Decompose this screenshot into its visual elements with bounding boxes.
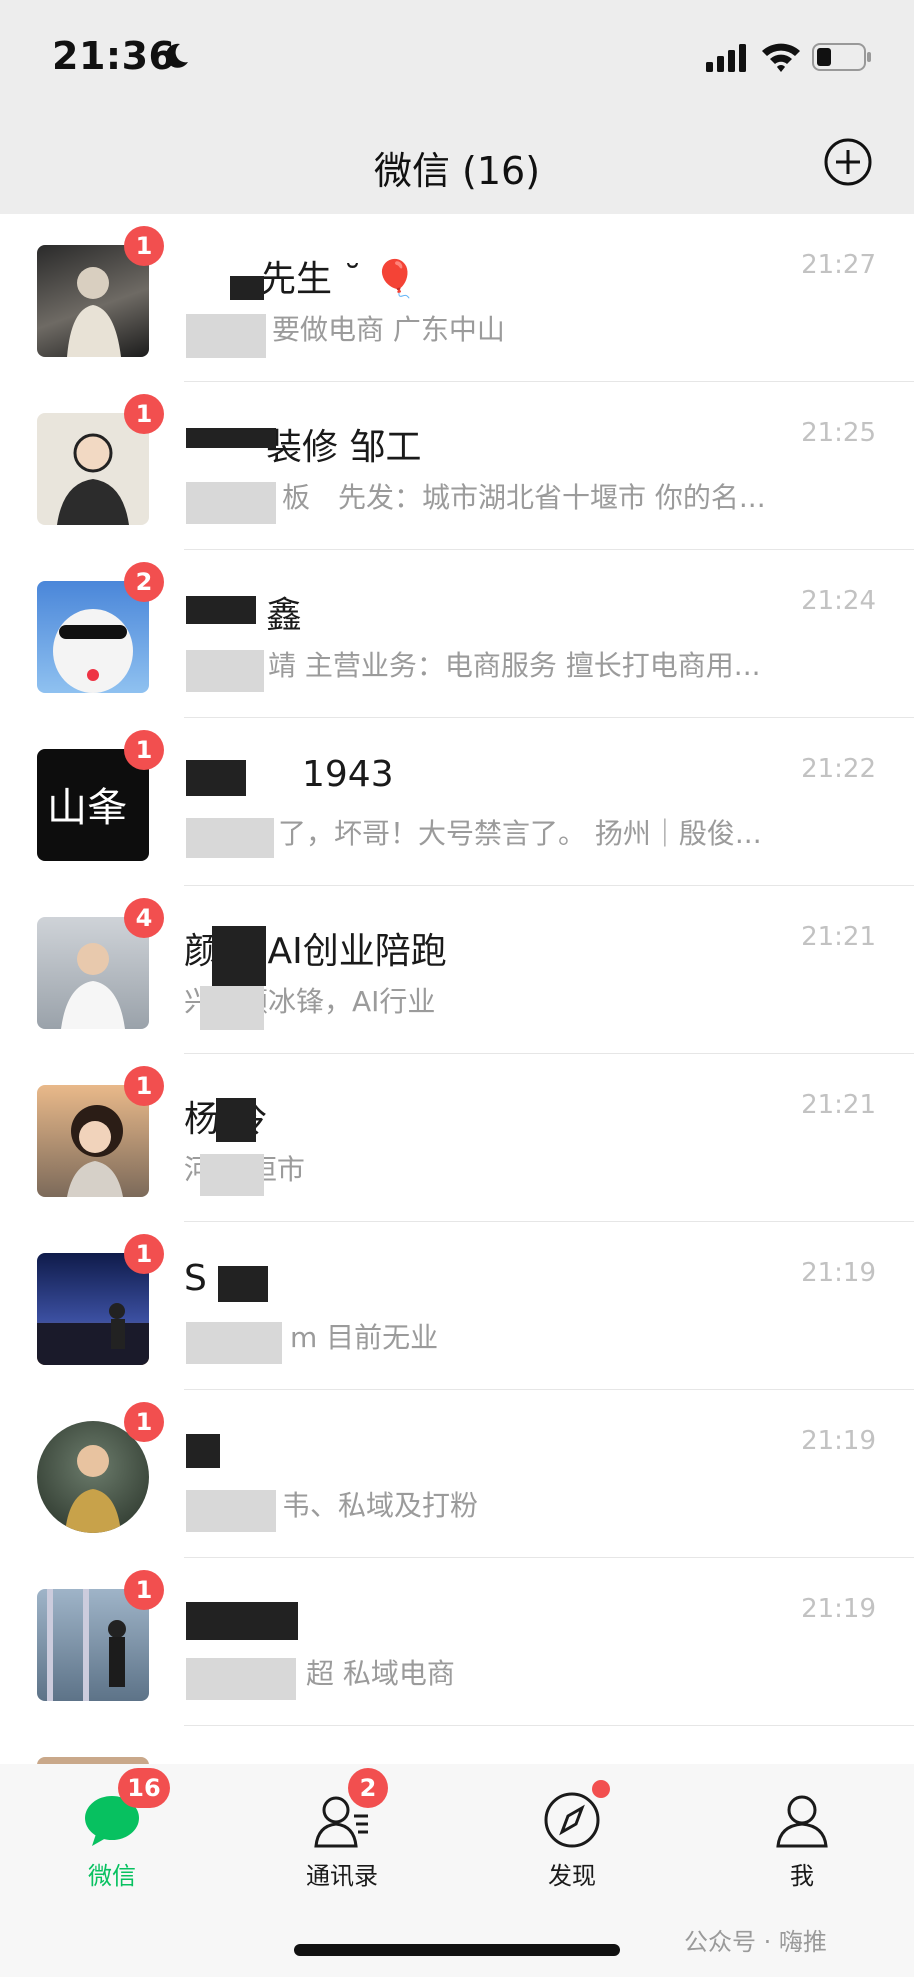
chat-list: 1 先生 ˘ 🎈 要做电商 广东中山 21:27 1 装修 邹工 板 先发：城市… xyxy=(0,214,914,1764)
redaction-mosaic xyxy=(218,1266,268,1302)
person-icon xyxy=(776,1795,828,1848)
chat-time: 21:22 xyxy=(801,754,876,784)
home-indicator[interactable] xyxy=(294,1944,620,1956)
chat-name: S xyxy=(184,1258,207,1299)
chat-time: 21:21 xyxy=(801,1090,876,1120)
redaction-mosaic xyxy=(186,818,274,858)
chat-row[interactable]: 1 S m 目前无业 21:19 xyxy=(0,1222,914,1390)
tab-label: 通讯录 xyxy=(306,1862,378,1890)
tab-label: 我 xyxy=(790,1862,814,1890)
chat-time: 21:25 xyxy=(801,418,876,448)
status-bar: 21:36 xyxy=(0,0,914,110)
watermark: 公众号 · 嗨推 xyxy=(684,1928,827,1956)
unread-badge: 1 xyxy=(124,730,164,770)
status-time: 21:36 xyxy=(52,34,176,78)
redaction-mosaic xyxy=(230,276,264,300)
chat-row[interactable]: 山夆 1 1943 了，坏哥！大号禁言了。 扬州｜殷俊... 21:22 xyxy=(0,718,914,886)
redaction-mosaic xyxy=(216,1098,256,1142)
unread-badge: 2 xyxy=(124,562,164,602)
redaction-mosaic xyxy=(186,596,256,624)
add-plus-icon[interactable] xyxy=(823,137,873,187)
chat-time: 21:19 xyxy=(801,1258,876,1288)
chat-preview: 超 私域电商 xyxy=(306,1657,455,1690)
chat-row[interactable]: 1 装修 邹工 板 先发：城市湖北省十堰市 你的名... 21:25 xyxy=(0,382,914,550)
tab-discover[interactable]: 发现 xyxy=(512,1764,632,1904)
wifi-icon xyxy=(762,43,800,72)
redaction-mosaic xyxy=(186,1602,298,1640)
redaction-mosaic xyxy=(186,428,276,448)
tab-label: 发现 xyxy=(548,1862,596,1890)
tab-contacts[interactable]: 2 通讯录 xyxy=(282,1764,402,1904)
unread-badge: 1 xyxy=(124,1570,164,1610)
svg-text:山夆: 山夆 xyxy=(47,785,127,831)
unread-badge: 1 xyxy=(124,1234,164,1274)
chat-row[interactable]: 1 先生 ˘ 🎈 要做电商 广东中山 21:27 xyxy=(0,214,914,382)
chat-time: 21:19 xyxy=(801,1426,876,1456)
tab-label: 微信 xyxy=(88,1862,136,1890)
chat-name: 装修 邹工 xyxy=(266,427,422,468)
redaction-mosaic xyxy=(186,1658,296,1700)
chat-preview: m 目前无业 xyxy=(290,1321,439,1354)
redaction-mosaic xyxy=(186,1322,282,1364)
chat-time: 21:24 xyxy=(801,586,876,616)
chat-name: 1943 xyxy=(302,754,394,795)
chat-row[interactable]: 1 杨 冷 河 长垣市 21:21 xyxy=(0,1054,914,1222)
battery-icon xyxy=(812,43,871,71)
chat-preview: 靖 主营业务：电商服务 擅长打电商用... xyxy=(268,649,761,682)
new-dot-badge xyxy=(592,1780,610,1798)
redaction-mosaic xyxy=(186,1434,220,1468)
chat-row[interactable]: 1 韦、私域及打粉 21:19 xyxy=(0,1390,914,1558)
chat-row[interactable] xyxy=(0,1726,914,1764)
chat-preview: 要做电商 广东中山 xyxy=(272,313,505,346)
tab-me[interactable]: 我 xyxy=(742,1764,862,1904)
unread-badge: 1 xyxy=(124,1066,164,1106)
unread-badge: 1 xyxy=(124,394,164,434)
unread-badge: 1 xyxy=(124,1402,164,1442)
redaction-mosaic xyxy=(212,926,266,986)
redaction-mosaic xyxy=(186,650,264,692)
unread-badge: 4 xyxy=(124,898,164,938)
unread-badge: 1 xyxy=(124,226,164,266)
chat-time: 21:21 xyxy=(801,922,876,952)
redaction-mosaic xyxy=(200,986,264,1030)
chat-name: 先生 ˘ 🎈 xyxy=(260,259,418,300)
page-title: 微信 (16) xyxy=(373,149,541,193)
cellular-signal-icon xyxy=(706,44,746,72)
chat-preview: 韦、私域及打粉 xyxy=(282,1489,479,1522)
chat-row[interactable]: 4 颜 师AI创业陪跑 兴，颜冰锋，AI行业 21:21 xyxy=(0,886,914,1054)
chat-row[interactable]: 2 鑫 靖 主营业务：电商服务 擅长打电商用... 21:24 xyxy=(0,550,914,718)
avatar xyxy=(37,1757,149,1764)
redaction-mosaic xyxy=(200,1154,264,1196)
chat-row[interactable]: 1 超 私域电商 21:19 xyxy=(0,1558,914,1726)
chat-preview: 了，坏哥！大号禁言了。 扬州｜殷俊... xyxy=(278,817,762,850)
chat-time: 21:27 xyxy=(801,250,876,280)
chat-time: 21:19 xyxy=(801,1594,876,1624)
redaction-mosaic xyxy=(186,1490,276,1532)
redaction-mosaic xyxy=(186,482,276,524)
moon-icon xyxy=(165,43,188,68)
chat-name: 鑫 xyxy=(266,595,303,636)
redaction-mosaic xyxy=(186,314,266,358)
compass-icon xyxy=(544,1792,600,1848)
tab-badge: 16 xyxy=(118,1768,170,1808)
tab-chats[interactable]: 16 微信 xyxy=(52,1764,172,1904)
redaction-mosaic xyxy=(186,760,246,796)
chat-preview: 板 先发：城市湖北省十堰市 你的名... xyxy=(282,481,766,514)
nav-bar: 微信 (16) xyxy=(0,110,914,214)
tab-badge: 2 xyxy=(348,1768,388,1808)
